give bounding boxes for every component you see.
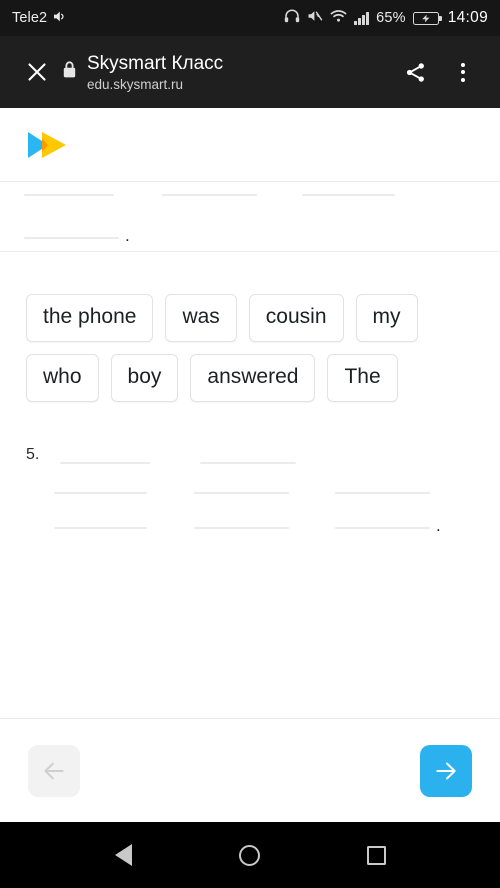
browser-header: Skysmart Класс edu.skysmart.ru xyxy=(0,36,500,108)
answer-blank[interactable] xyxy=(194,492,289,494)
question-5: 5. . xyxy=(0,446,500,535)
close-button[interactable] xyxy=(16,51,58,93)
carrier-name: Tele2 xyxy=(12,10,48,26)
page-title: Skysmart Класс xyxy=(87,52,224,74)
menu-button[interactable] xyxy=(442,51,484,93)
word-tile[interactable]: was xyxy=(165,294,237,342)
prev-arrow-icon xyxy=(44,762,64,779)
android-recents-button[interactable] xyxy=(349,827,405,883)
word-tile[interactable]: who xyxy=(26,354,99,402)
exercise-navigation xyxy=(0,718,500,822)
next-arrow-icon xyxy=(436,762,456,779)
signal-icon xyxy=(354,11,370,25)
android-nav-bar xyxy=(0,822,500,888)
battery-percent: 65% xyxy=(376,10,406,26)
word-bank: the phone was cousin my who boy answered… xyxy=(0,252,470,402)
question-line: 5. xyxy=(26,446,500,464)
blank-row xyxy=(0,194,500,196)
sentence-period: . xyxy=(125,226,130,245)
share-button[interactable] xyxy=(394,51,436,93)
answer-blank[interactable] xyxy=(335,527,430,529)
question-line xyxy=(26,492,500,494)
status-clock: 14:09 xyxy=(447,9,488,26)
question-line: . xyxy=(26,516,500,535)
site-logo-bar xyxy=(0,108,500,182)
answer-blank[interactable] xyxy=(302,194,395,196)
word-tile[interactable]: the phone xyxy=(26,294,154,342)
battery-charging-icon xyxy=(412,11,442,25)
answer-blank[interactable] xyxy=(54,527,147,529)
kebab-menu-icon xyxy=(461,62,465,82)
page-url: edu.skysmart.ru xyxy=(87,76,184,92)
lock-icon xyxy=(62,60,77,84)
skysmart-logo[interactable] xyxy=(24,128,70,162)
next-button[interactable] xyxy=(420,744,472,797)
previous-exercise: . xyxy=(0,182,500,245)
answer-blank[interactable] xyxy=(60,462,150,464)
page-content: . the phone was cousin my who boy answer… xyxy=(0,108,500,822)
recents-square-icon xyxy=(367,845,387,865)
previous-button[interactable] xyxy=(28,744,80,797)
word-tile[interactable]: The xyxy=(327,354,398,402)
word-tile[interactable]: my xyxy=(355,294,418,342)
page-identity[interactable]: Skysmart Класс edu.skysmart.ru xyxy=(62,52,394,93)
share-icon xyxy=(406,62,424,82)
phone-screen: Tele2 65% 14:09 Skysmart Класс edu.skysm… xyxy=(0,0,500,888)
headphones-icon xyxy=(284,9,300,27)
volume-icon xyxy=(53,10,68,27)
answer-blank[interactable] xyxy=(194,527,289,529)
android-status-bar: Tele2 65% 14:09 xyxy=(0,0,500,36)
answer-blank[interactable] xyxy=(162,194,257,196)
android-home-button[interactable] xyxy=(222,827,278,883)
answer-blank[interactable] xyxy=(54,492,147,494)
status-icons: 65% 14:09 xyxy=(284,9,488,27)
sentence-period: . xyxy=(436,516,441,535)
answer-blank[interactable] xyxy=(200,462,296,464)
blank-row: . xyxy=(0,226,500,245)
home-circle-icon xyxy=(239,844,261,866)
back-triangle-icon xyxy=(114,844,132,866)
wifi-icon xyxy=(330,9,347,27)
question-number: 5. xyxy=(26,446,40,463)
android-back-button[interactable] xyxy=(95,827,151,883)
answer-blank[interactable] xyxy=(24,237,119,239)
close-icon xyxy=(28,63,46,81)
mute-icon xyxy=(307,9,323,27)
carrier-info: Tele2 xyxy=(12,10,68,27)
word-tile[interactable]: cousin xyxy=(248,294,344,342)
word-tile[interactable]: boy xyxy=(110,354,179,402)
word-tile[interactable]: answered xyxy=(190,354,316,402)
answer-blank[interactable] xyxy=(335,492,430,494)
answer-blank[interactable] xyxy=(24,194,114,196)
browser-actions xyxy=(394,51,484,93)
